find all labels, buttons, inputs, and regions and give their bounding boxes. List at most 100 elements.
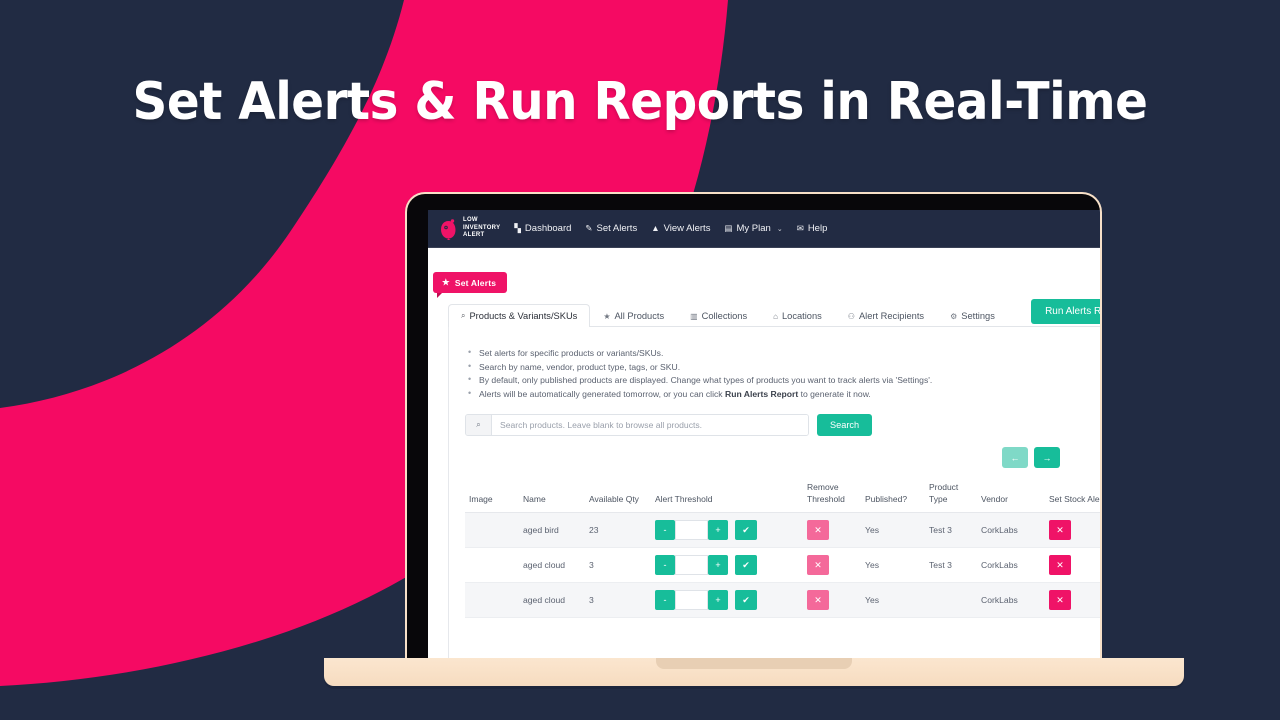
content-card: Set alerts for specific products or vari…	[448, 327, 1100, 660]
cell-published: Yes	[861, 512, 925, 548]
threshold-confirm-button[interactable]: ✔	[735, 590, 757, 610]
card-icon: ▤	[724, 223, 733, 234]
column-header-alert-threshold: Alert Threshold	[651, 477, 803, 513]
threshold-decrement-button[interactable]: -	[655, 590, 675, 610]
remove-threshold-button[interactable]: ✕	[807, 555, 829, 575]
set-stock-alert-button[interactable]: ✕	[1049, 590, 1071, 610]
nav-item-view-alerts-label: View Alerts	[663, 223, 711, 234]
tab-collections-label: Collections	[701, 311, 748, 321]
threshold-decrement-button[interactable]: -	[655, 520, 675, 540]
remove-threshold-button[interactable]: ✕	[807, 590, 829, 610]
tab-alert-recipients[interactable]: ⚇ Alert Recipients	[835, 304, 937, 327]
nav-item-my-plan-label: My Plan	[736, 223, 771, 234]
cell-product-type: Test 3	[925, 512, 977, 548]
search-icon: ⌕	[461, 311, 466, 320]
cell-set-stock-alert: ✕	[1045, 582, 1100, 618]
pagination-next-button[interactable]: →	[1034, 447, 1060, 468]
run-alerts-report-button[interactable]: Run Alerts Report	[1031, 299, 1100, 324]
pagination: ← →	[465, 447, 1060, 468]
status-badge-label: Set Alerts	[454, 277, 497, 288]
threshold-input[interactable]	[675, 520, 708, 540]
laptop-mockup: LOW INVENTORY ALERT ▚ Dashboard ✎ Set Al…	[324, 192, 1184, 686]
cell-available-qty: 3	[585, 547, 651, 583]
star-icon: ★	[442, 277, 450, 287]
threshold-increment-button[interactable]: +	[708, 520, 728, 540]
tab-settings-label: Settings	[961, 311, 995, 321]
nav-item-help[interactable]: ✉ Help	[797, 223, 828, 234]
list-item: By default, only published products are …	[465, 373, 1100, 388]
search-box[interactable]: ⌕	[465, 414, 809, 436]
cell-vendor: CorkLabs	[977, 512, 1045, 548]
cell-image	[465, 547, 519, 583]
star-icon: ★	[603, 311, 611, 321]
cell-remove-threshold: ✕	[803, 512, 861, 548]
cell-remove-threshold: ✕	[803, 547, 861, 583]
page-badge-wrap: ★ Set Alerts	[433, 272, 508, 298]
search-icon: ⌕	[466, 415, 492, 435]
app-top-navbar: LOW INVENTORY ALERT ▚ Dashboard ✎ Set Al…	[428, 210, 1100, 248]
owl-logo-icon	[441, 218, 456, 240]
column-header-remove-threshold: Remove Threshold	[803, 477, 861, 513]
column-header-set-stock-alert: Set Stock Alert	[1045, 477, 1100, 513]
tab-settings[interactable]: ⚙ Settings	[937, 304, 1008, 327]
gear-icon: ⚙	[950, 311, 958, 321]
search-button[interactable]: Search	[817, 414, 873, 436]
table-row: aged cloud 3- + ✔ ✕ Yes Test 3 CorkLabs ✕	[465, 547, 1100, 583]
nav-item-set-alerts-label: Set Alerts	[596, 223, 638, 234]
search-input[interactable]	[492, 415, 808, 435]
set-stock-alert-button[interactable]: ✕	[1049, 520, 1071, 540]
home-icon: ⌂	[773, 311, 778, 321]
cell-alert-threshold: - + ✔	[651, 547, 803, 583]
column-header-image: Image	[465, 477, 519, 513]
brand-name: LOW INVENTORY ALERT	[463, 217, 501, 239]
table-row: aged bird 23- + ✔ ✕ Yes Test 3 CorkLabs ✕	[465, 512, 1100, 548]
table-body: aged bird 23- + ✔ ✕ Yes Test 3 CorkLabs ✕ aged cl…	[465, 512, 1100, 618]
nav-item-my-plan[interactable]: ▤ My Plan ⌄	[724, 223, 782, 234]
cell-image	[465, 512, 519, 548]
tab-collections[interactable]: ▥ Collections	[677, 304, 760, 327]
cell-vendor: CorkLabs	[977, 547, 1045, 583]
cell-product-type	[925, 582, 977, 618]
tab-products-variants-skus-label: Products & Variants/SKUs	[469, 311, 578, 321]
badge-tail	[437, 293, 442, 298]
threshold-decrement-button[interactable]: -	[655, 555, 675, 575]
threshold-increment-button[interactable]: +	[708, 555, 728, 575]
list-item: Alerts will be automatically generated t…	[465, 387, 1100, 402]
collections-grid-icon: ▥	[690, 311, 698, 321]
column-header-vendor: Vendor	[977, 477, 1045, 513]
laptop-lid: LOW INVENTORY ALERT ▚ Dashboard ✎ Set Al…	[405, 192, 1102, 660]
cell-name: aged bird	[519, 512, 585, 548]
threshold-input[interactable]	[675, 555, 708, 575]
cell-remove-threshold: ✕	[803, 582, 861, 618]
threshold-confirm-button[interactable]: ✔	[735, 555, 757, 575]
cell-available-qty: 3	[585, 582, 651, 618]
table-row: aged cloud 3- + ✔ ✕ Yes CorkLabs ✕	[465, 582, 1100, 618]
people-icon: ⚇	[847, 311, 855, 321]
laptop-base	[324, 658, 1184, 686]
cell-name: aged cloud	[519, 547, 585, 583]
products-table: Image Name Available Qty Alert Threshold…	[465, 477, 1100, 618]
nav-item-set-alerts[interactable]: ✎ Set Alerts	[585, 223, 637, 234]
tab-bar: ⌕ Products & Variants/SKUs ★ All Product…	[448, 299, 1100, 327]
threshold-increment-button[interactable]: +	[708, 590, 728, 610]
threshold-confirm-button[interactable]: ✔	[735, 520, 757, 540]
nav-item-view-alerts[interactable]: ▲ View Alerts	[651, 223, 710, 234]
set-stock-alert-button[interactable]: ✕	[1049, 555, 1071, 575]
search-row: ⌕ Search	[465, 414, 1100, 436]
laptop-trackpad-notch	[656, 658, 852, 669]
pagination-prev-button[interactable]: ←	[1002, 447, 1028, 468]
envelope-icon: ✉	[796, 223, 804, 234]
warning-triangle-icon: ▲	[651, 223, 660, 234]
column-header-name: Name	[519, 477, 585, 513]
nav-item-dashboard[interactable]: ▚ Dashboard	[514, 223, 571, 234]
threshold-input[interactable]	[675, 590, 708, 610]
tab-products-variants-skus[interactable]: ⌕ Products & Variants/SKUs	[448, 304, 591, 327]
brand-logo[interactable]: LOW INVENTORY ALERT	[440, 217, 500, 240]
cell-product-type: Test 3	[925, 547, 977, 583]
page-title: Set Alerts & Run Reports in Real-Time	[132, 72, 1148, 132]
tab-all-products[interactable]: ★ All Products	[590, 304, 677, 327]
cell-set-stock-alert: ✕	[1045, 512, 1100, 548]
remove-threshold-button[interactable]: ✕	[807, 520, 829, 540]
tab-locations[interactable]: ⌂ Locations	[760, 304, 835, 327]
cell-published: Yes	[861, 582, 925, 618]
